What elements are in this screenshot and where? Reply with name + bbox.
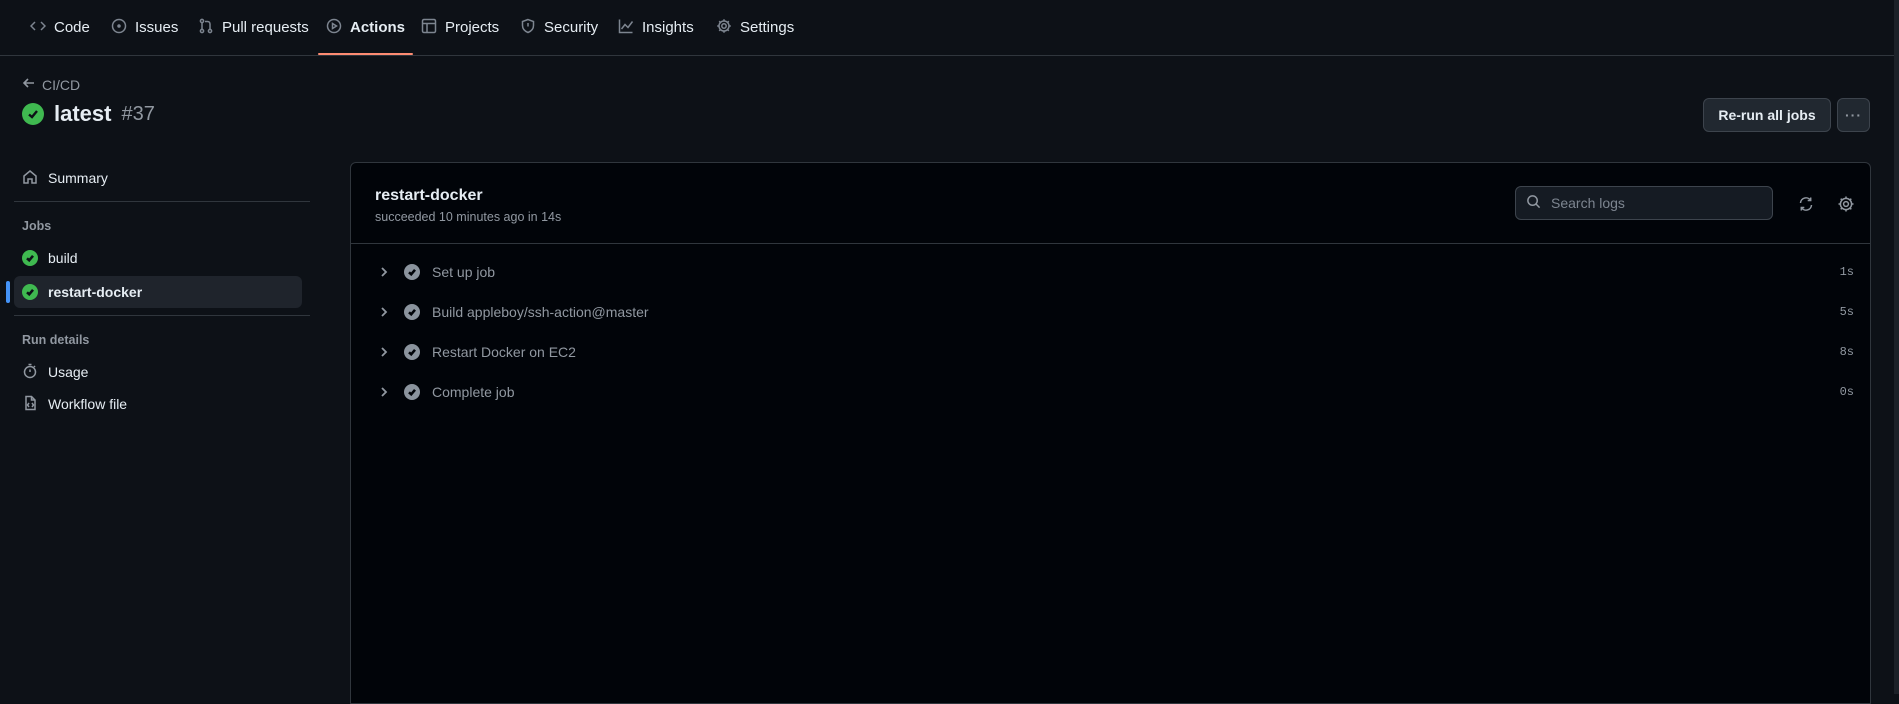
success-check-icon [22,284,38,300]
sidebar-item-label: Usage [48,364,89,380]
sidebar-item-build[interactable]: build [14,242,302,274]
step-row[interactable]: Set up job 1s [369,254,1854,290]
step-label: Complete job [432,384,515,400]
search-logs-input[interactable] [1549,194,1763,212]
rerun-all-jobs-button[interactable]: Re-run all jobs [1703,98,1831,132]
step-success-icon [404,384,420,400]
search-icon [1526,194,1541,212]
step-duration: 8s [1839,345,1854,359]
rerun-button-label: Re-run all jobs [1718,107,1816,123]
search-logs-field[interactable] [1515,186,1773,220]
run-name: latest [54,101,112,126]
sidebar-item-label: Summary [48,170,108,186]
tab-security[interactable]: Security [520,0,598,55]
step-label: Restart Docker on EC2 [432,344,576,360]
run-number: #37 [121,102,155,125]
play-icon [326,18,342,38]
tab-label: Code [54,19,90,36]
gear-icon [716,18,732,38]
job-meta: succeeded 10 minutes ago in 14s [375,210,562,224]
job-header: restart-docker succeeded 10 minutes ago … [351,163,1870,244]
log-settings-button[interactable] [1837,195,1855,213]
success-check-icon [22,250,38,266]
sidebar-item-restart-docker[interactable]: restart-docker [14,276,302,308]
tab-label: Insights [642,19,694,36]
sidebar-item-summary[interactable]: Summary [14,162,302,194]
shield-icon [520,18,536,38]
run-details-heading: Run details [22,333,90,347]
run-title: latest #37 [22,101,155,127]
sidebar-divider [14,315,310,316]
step-row[interactable]: Complete job 0s [369,374,1854,410]
step-duration: 5s [1839,305,1854,319]
step-label: Set up job [432,264,496,280]
tab-insights[interactable]: Insights [618,0,694,55]
refresh-button[interactable] [1797,195,1815,213]
step-success-icon [404,344,420,360]
sync-icon [1797,197,1815,216]
sidebar-item-label: Workflow file [48,396,128,412]
tab-issues[interactable]: Issues [111,0,178,55]
chevron-right-icon [376,384,392,400]
repo-nav: Code Issues Pull requests Actions Projec… [0,0,1894,56]
back-link-label: CI/CD [42,76,81,93]
file-code-icon [22,395,38,414]
graph-icon [618,18,634,38]
step-success-icon [404,264,420,280]
tab-code[interactable]: Code [29,0,90,55]
step-duration: 1s [1839,265,1854,279]
sidebar-item-label: restart-docker [48,284,143,300]
sidebar-item-usage[interactable]: Usage [14,356,302,388]
pull-request-icon [198,18,214,38]
step-row[interactable]: Restart Docker on EC2 8s [369,334,1854,370]
job-log-panel: restart-docker succeeded 10 minutes ago … [350,162,1871,704]
step-row[interactable]: Build appleboy/ssh-action@master 5s [369,294,1854,330]
step-success-icon [404,304,420,320]
issue-icon [111,18,127,38]
jobs-heading: Jobs [22,219,52,233]
tab-label: Pull requests [222,19,309,36]
job-name: restart-docker [375,187,483,204]
tab-label: Issues [135,19,179,36]
sidebar-item-workflow-file[interactable]: Workflow file [14,388,302,420]
stopwatch-icon [22,363,38,382]
tab-settings[interactable]: Settings [716,0,794,55]
scrollbar[interactable] [1894,0,1899,694]
chevron-right-icon [376,304,392,320]
tab-projects[interactable]: Projects [421,0,499,55]
table-icon [421,18,437,38]
arrow-left-icon [22,76,36,93]
selected-indicator [6,281,10,303]
step-label: Build appleboy/ssh-action@master [432,304,649,320]
sidebar-divider [14,201,310,202]
chevron-right-icon [376,264,392,280]
code-icon [29,18,47,38]
more-options-button[interactable]: ··· [1837,98,1870,132]
tab-pull-requests[interactable]: Pull requests [198,0,309,55]
tab-label: Security [544,19,599,36]
kebab-horizontal-icon: ··· [1845,107,1862,123]
home-icon [22,169,38,188]
chevron-right-icon [376,344,392,360]
sidebar-item-label: build [48,250,78,266]
tab-label: Projects [445,19,500,36]
gear-icon [1837,196,1855,216]
tab-label: Settings [740,19,795,36]
success-check-icon [22,103,44,125]
tab-label: Actions [350,19,406,36]
back-link[interactable]: CI/CD [22,76,80,93]
step-duration: 0s [1839,385,1854,399]
tab-actions[interactable]: Actions [317,0,414,55]
